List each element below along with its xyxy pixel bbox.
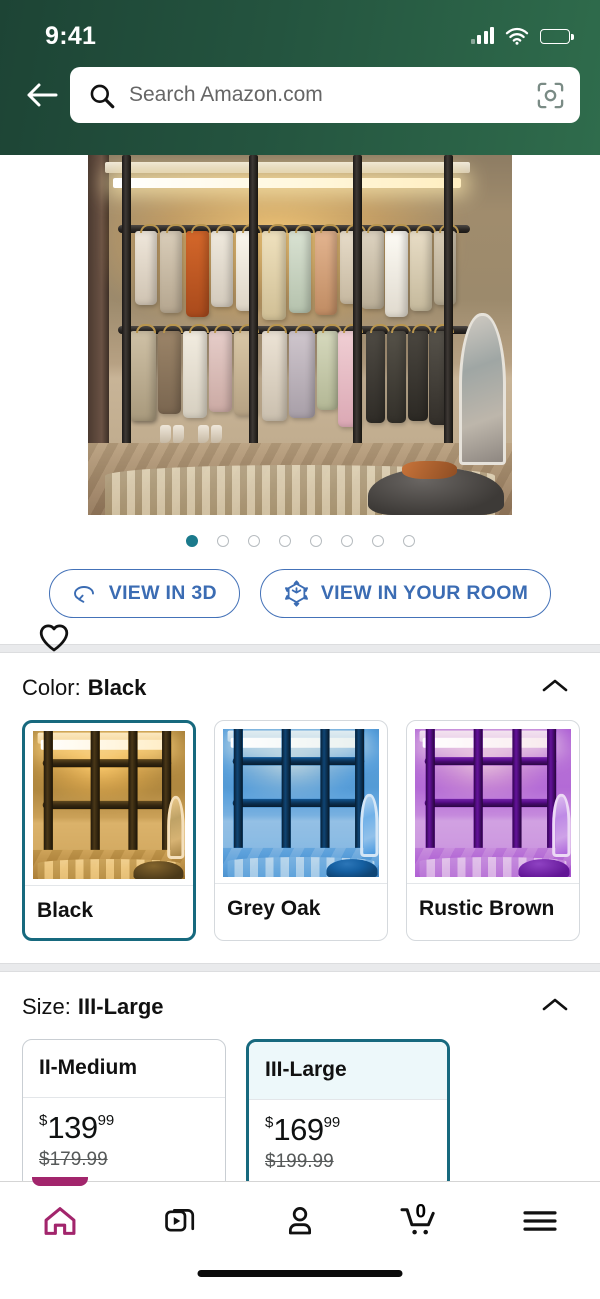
size-card-price-block: $13999 $179.99 <box>23 1097 225 1185</box>
back-arrow-icon <box>27 83 58 107</box>
ar-cube-icon <box>284 580 308 607</box>
signal-bars-icon <box>470 27 494 44</box>
view-in-3d-label: VIEW IN 3D <box>108 582 217 604</box>
gallery-dot[interactable] <box>309 535 322 547</box>
price-fraction: 99 <box>323 1114 341 1131</box>
gallery-dot[interactable] <box>371 535 384 547</box>
size-option-list: II-Medium $13999 $179.99 III-Large $1699… <box>22 1039 580 1190</box>
view-in-room-label: VIEW IN YOUR ROOM <box>320 582 529 604</box>
color-swatch-list: Black Grey Oak Rustic Brown <box>22 720 580 941</box>
color-selected-value: Black <box>87 675 147 700</box>
price-fraction: 99 <box>97 1112 115 1129</box>
gallery-dot[interactable] <box>185 535 198 547</box>
color-swatch-rustic-brown[interactable]: Rustic Brown <box>406 720 580 941</box>
color-swatch-black[interactable]: Black <box>22 720 197 941</box>
status-indicators <box>470 27 574 45</box>
gallery-pagination-dots <box>0 520 600 547</box>
nav-item-videos[interactable] <box>120 1182 240 1260</box>
color-swatch-thumb <box>33 731 186 879</box>
size-selected-value: III-Large <box>77 994 164 1019</box>
color-swatch-label: Rustic Brown <box>407 883 579 936</box>
home-indicator-bar <box>197 1270 403 1277</box>
size-label-row: Size: III-Large <box>22 994 164 1020</box>
chevron-up-icon <box>542 679 568 691</box>
price-whole: 139 <box>47 1110 98 1145</box>
color-swatch-label: Grey Oak <box>215 883 388 936</box>
size-label: Size: <box>22 994 71 1019</box>
color-swatch-grey-oak[interactable]: Grey Oak <box>214 720 389 941</box>
size-card-label: III-Large <box>249 1042 447 1099</box>
size-card-list-price: $199.99 <box>265 1151 334 1172</box>
gallery-dot[interactable] <box>402 535 415 547</box>
color-collapse-button[interactable] <box>540 676 570 701</box>
gallery-dot[interactable] <box>247 535 260 547</box>
person-icon <box>288 1207 312 1235</box>
section-divider <box>0 963 600 972</box>
nav-item-cart[interactable]: 0 <box>360 1182 480 1260</box>
product-detail-screen: 9:41 Search Amazon.com VIEW IN 3D VIEW I… <box>0 0 600 1299</box>
product-image[interactable] <box>88 155 512 515</box>
wishlist-button[interactable] <box>38 623 70 657</box>
product-gallery <box>0 155 600 652</box>
closet-rendering <box>88 155 512 515</box>
color-swatch-thumb <box>415 729 571 877</box>
hamburger-icon <box>523 1211 557 1231</box>
ar-buttons-row: VIEW IN 3D VIEW IN YOUR ROOM <box>0 547 600 618</box>
search-bar[interactable]: Search Amazon.com <box>70 67 580 123</box>
bottom-navigation-bar: 0 <box>0 1177 600 1299</box>
size-collapse-button[interactable] <box>540 995 570 1020</box>
cart-badge-count: 0 <box>415 1201 427 1223</box>
rotate-3d-icon <box>73 585 94 603</box>
status-bar: 9:41 <box>0 0 600 52</box>
camera-scan-icon[interactable] <box>535 80 566 111</box>
status-time: 9:41 <box>45 21 97 50</box>
nav-item-home[interactable] <box>0 1177 120 1260</box>
price-whole: 169 <box>273 1112 324 1147</box>
gallery-dot[interactable] <box>216 535 229 547</box>
chevron-up-icon <box>542 998 568 1010</box>
color-label: Color: <box>22 675 81 700</box>
gallery-dot[interactable] <box>340 535 353 547</box>
size-section-header: Size: III-Large <box>22 994 580 1020</box>
section-divider <box>0 644 600 653</box>
size-card-price-block: $16999 $199.99 <box>249 1099 447 1187</box>
search-input[interactable]: Search Amazon.com <box>129 83 521 107</box>
color-label-row: Color: Black <box>22 675 146 701</box>
search-icon <box>90 84 115 108</box>
wifi-icon <box>505 27 529 45</box>
color-swatch-thumb <box>223 729 380 877</box>
size-card-medium[interactable]: II-Medium $13999 $179.99 <box>22 1039 226 1190</box>
battery-icon <box>540 28 574 44</box>
size-card-price: $16999 <box>265 1112 431 1148</box>
view-in-your-room-button[interactable]: VIEW IN YOUR ROOM <box>259 569 552 618</box>
color-swatch-label: Black <box>25 885 194 938</box>
search-row: Search Amazon.com <box>0 52 600 138</box>
nav-item-account[interactable] <box>240 1182 360 1260</box>
color-section-header: Color: Black <box>22 675 580 701</box>
size-card-list-price: $179.99 <box>39 1149 108 1170</box>
heart-icon <box>39 624 69 652</box>
gallery-dot[interactable] <box>278 535 291 547</box>
video-stack-icon <box>165 1209 195 1232</box>
size-card-large[interactable]: III-Large $16999 $199.99 <box>246 1039 450 1190</box>
home-icon <box>44 1207 76 1235</box>
back-button[interactable] <box>14 67 70 123</box>
active-tab-indicator <box>32 1177 88 1186</box>
view-in-3d-button[interactable]: VIEW IN 3D <box>48 569 240 618</box>
size-section: Size:III-Large II-Medium $13999 $179.99 <box>0 972 600 1190</box>
app-header: 9:41 Search Amazon.com <box>0 0 600 155</box>
size-card-label: II-Medium <box>39 1056 137 1079</box>
bottom-nav-items: 0 <box>0 1177 600 1260</box>
size-card-price: $13999 <box>39 1110 209 1146</box>
color-section: Color: Black Black Grey Oak Rustic Brown <box>0 653 600 941</box>
nav-item-menu[interactable] <box>480 1182 600 1260</box>
